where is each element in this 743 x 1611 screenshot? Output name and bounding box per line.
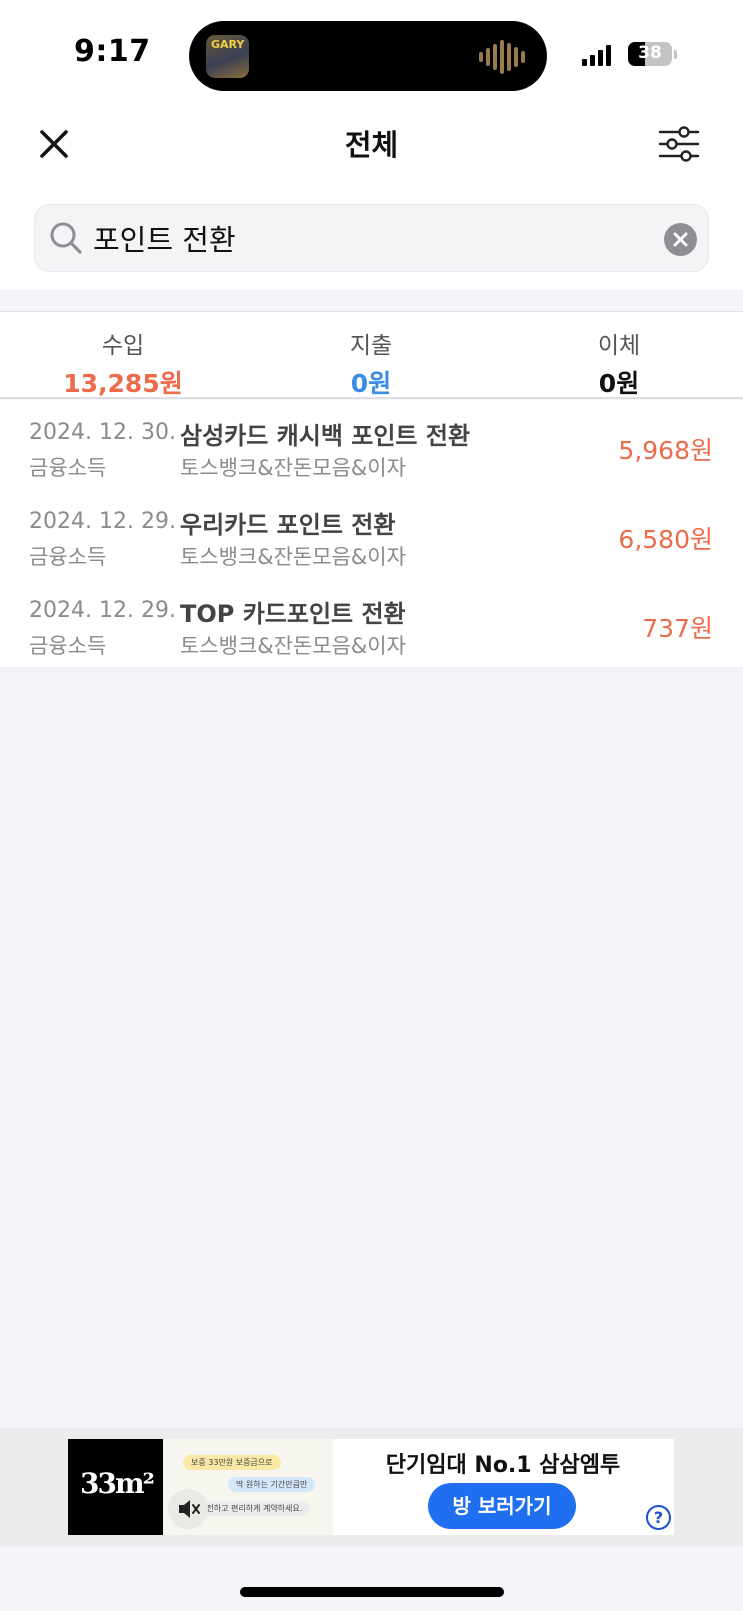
transaction-account: 토스뱅크&잔돈모음&이자 <box>180 545 406 569</box>
battery-icon: 38 <box>628 42 672 66</box>
clear-icon <box>673 232 688 247</box>
audio-waveform-icon <box>479 39 525 75</box>
ad-chip: 안전하고 편리하게 계약하세요. <box>191 1501 311 1516</box>
transaction-row[interactable]: 2024. 12. 30. 금융소득 삼성카드 캐시백 포인트 전환 토스뱅크&… <box>0 400 743 489</box>
transaction-date: 2024. 12. 29. <box>29 509 176 534</box>
income-summary[interactable]: 수입 13,285원 <box>43 326 203 400</box>
transaction-list: 2024. 12. 30. 금융소득 삼성카드 캐시백 포인트 전환 토스뱅크&… <box>0 400 743 667</box>
transfer-summary[interactable]: 이체 0원 <box>539 326 699 400</box>
transaction-account: 토스뱅크&잔돈모음&이자 <box>180 634 406 658</box>
ad-chip: 딱 원하는 기간만큼만 <box>228 1477 316 1492</box>
home-indicator[interactable] <box>240 1587 504 1597</box>
ad-cta-button[interactable]: 방 보러가기 <box>428 1483 576 1529</box>
transaction-amount: 5,968원 <box>618 436 713 465</box>
album-art: GARY <box>206 35 249 78</box>
transaction-category: 금융소득 <box>29 634 107 658</box>
transaction-category: 금융소득 <box>29 456 107 480</box>
summary-bar: 수입 13,285원 지출 0원 이체 0원 <box>0 311 743 399</box>
transfer-value: 0원 <box>598 369 640 398</box>
expense-summary[interactable]: 지출 0원 <box>291 326 451 400</box>
expense-value: 0원 <box>350 369 392 398</box>
ad-chip: 보증 33만원 보증금으로 <box>183 1455 281 1470</box>
income-value: 13,285원 <box>63 369 183 398</box>
transaction-date: 2024. 12. 30. <box>29 420 176 445</box>
ad-help-icon[interactable]: ? <box>646 1505 671 1530</box>
filter-button[interactable] <box>656 122 702 166</box>
cellular-signal-icon <box>582 44 611 66</box>
ad-visual: 보증 33만원 보증금으로 딱 원하는 기간만큼만 안전하고 편리하게 계약하세… <box>163 1439 333 1535</box>
search-bar[interactable] <box>34 204 709 272</box>
status-time: 9:17 <box>74 34 151 69</box>
album-art-label: GARY <box>211 38 245 51</box>
transaction-row[interactable]: 2024. 12. 29. 금융소득 우리카드 포인트 전환 토스뱅크&잔돈모음… <box>0 489 743 578</box>
transaction-title: TOP 카드포인트 전환 <box>180 600 406 628</box>
transaction-category: 금융소득 <box>29 545 107 569</box>
transaction-account: 토스뱅크&잔돈모음&이자 <box>180 456 406 480</box>
transaction-amount: 737원 <box>642 614 713 643</box>
expense-label: 지출 <box>349 333 393 359</box>
ad-banner[interactable]: 33m² 보증 33만원 보증금으로 딱 원하는 기간만큼만 안전하고 편리하게… <box>68 1439 674 1535</box>
income-label: 수입 <box>101 333 145 359</box>
search-icon <box>50 222 82 254</box>
mute-icon <box>179 1500 200 1518</box>
ad-headline: 단기임대 No.1 삼삼엠투 <box>385 1453 621 1478</box>
transaction-amount: 6,580원 <box>618 525 713 554</box>
ad-logo-text: 33m² <box>80 1467 155 1500</box>
clear-search-button[interactable] <box>664 223 697 256</box>
transaction-title: 우리카드 포인트 전환 <box>180 511 396 539</box>
dynamic-island[interactable]: GARY <box>189 21 547 91</box>
transaction-title: 삼성카드 캐시백 포인트 전환 <box>180 422 471 450</box>
mute-button[interactable] <box>168 1489 208 1529</box>
search-input[interactable] <box>93 217 633 259</box>
page-title: 전체 <box>344 128 399 162</box>
transfer-label: 이체 <box>597 333 641 359</box>
battery-level: 38 <box>638 43 662 63</box>
sliders-icon <box>658 126 700 162</box>
transaction-date: 2024. 12. 29. <box>29 598 176 623</box>
ad-logo: 33m² <box>68 1439 163 1535</box>
battery-tip <box>674 50 677 59</box>
transaction-row[interactable]: 2024. 12. 29. 금융소득 TOP 카드포인트 전환 토스뱅크&잔돈모… <box>0 578 743 667</box>
